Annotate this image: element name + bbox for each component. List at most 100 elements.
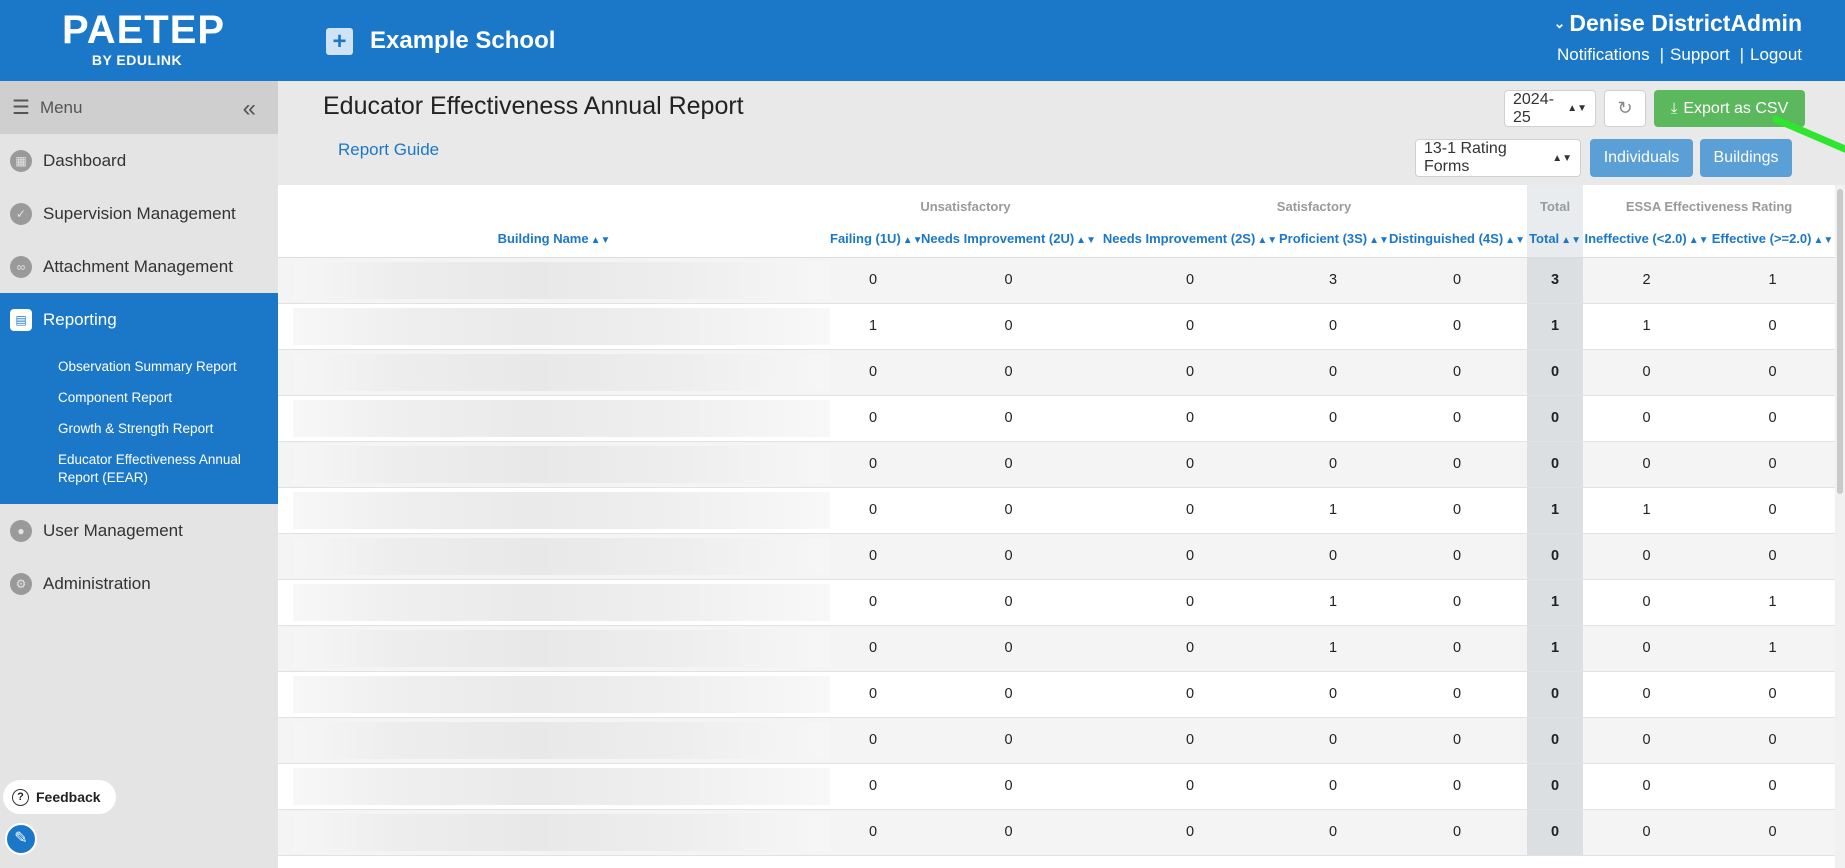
col-total[interactable]: Total ▲▼ bbox=[1527, 221, 1584, 258]
table-cell: 0 bbox=[916, 303, 1101, 350]
group-header-unsatisfactory: Unsatisfactory bbox=[920, 198, 1011, 214]
redacted-building-name bbox=[293, 675, 830, 713]
report-table-container[interactable]: Unsatisfactory Satisfactory Total ESSA E… bbox=[278, 185, 1835, 868]
add-school-button[interactable]: + bbox=[326, 27, 353, 55]
col-failing-1u[interactable]: Failing (1U) ▲▼ bbox=[830, 221, 923, 258]
logout-link[interactable]: Logout bbox=[1750, 45, 1802, 64]
col-building-name[interactable]: Building Name ▲▼ bbox=[278, 221, 830, 258]
table-row[interactable]: 00000000 bbox=[278, 809, 1835, 856]
logo-sub: BY EDULINK bbox=[91, 52, 183, 68]
report-guide-link[interactable]: Report Guide bbox=[338, 140, 439, 160]
table-cell: 0 bbox=[916, 579, 1101, 626]
group-header-total: Total bbox=[1527, 185, 1584, 221]
export-csv-button[interactable]: ⤓ Export as CSV bbox=[1654, 90, 1805, 127]
building-name-cell bbox=[278, 809, 830, 856]
group-header-row: Unsatisfactory Satisfactory Total ESSA E… bbox=[278, 185, 1835, 221]
top-bar: PAETEP BY EDULINK + Example School ⌄ Deni… bbox=[0, 0, 1845, 81]
table-cell: 0 bbox=[1583, 441, 1711, 488]
table-row[interactable]: 00000000 bbox=[278, 671, 1835, 718]
feedback-button[interactable]: ? Feedback bbox=[3, 780, 116, 814]
group-header-satisfactory: Satisfactory bbox=[1276, 198, 1352, 214]
table-cell: 0 bbox=[1279, 441, 1387, 488]
table-cell: 0 bbox=[1583, 395, 1711, 442]
subnav-growth-strength[interactable]: Growth & Strength Report bbox=[0, 414, 278, 445]
table-cell: 0 bbox=[1710, 809, 1835, 856]
table-row[interactable]: 00000000 bbox=[278, 533, 1835, 580]
buildings-button[interactable]: Buildings bbox=[1700, 139, 1792, 177]
table-row[interactable]: 00000000 bbox=[278, 763, 1835, 810]
individuals-button[interactable]: Individuals bbox=[1590, 139, 1693, 177]
col-needs-improvement-2u[interactable]: Needs Improvement (2U) ▲▼ bbox=[916, 221, 1101, 258]
table-row[interactable]: 00010101 bbox=[278, 579, 1835, 626]
school-switcher: + Example School bbox=[326, 27, 555, 55]
scrollbar-thumb[interactable] bbox=[1837, 189, 1843, 494]
table-cell: 0 bbox=[1101, 441, 1279, 488]
table-cell: 1 bbox=[1583, 303, 1711, 350]
subnav-component-report[interactable]: Component Report bbox=[0, 383, 278, 414]
subnav-observation-summary[interactable]: Observation Summary Report bbox=[0, 352, 278, 383]
table-cell: 0 bbox=[1583, 717, 1711, 764]
user-area: ⌄ Denise DistrictAdmin Notifications | Supp… bbox=[1554, 10, 1802, 65]
table-row[interactable]: 00030321 bbox=[278, 257, 1835, 304]
sidebar-item-reporting[interactable]: ▤ Reporting bbox=[0, 293, 278, 346]
collapse-menu-icon[interactable]: « bbox=[243, 95, 256, 123]
subnav-eear[interactable]: Educator Effectiveness Annual Report (EE… bbox=[0, 445, 278, 494]
table-cell: 0 bbox=[1710, 763, 1835, 810]
report-table: Unsatisfactory Satisfactory Total ESSA E… bbox=[278, 185, 1835, 856]
table-cell: 0 bbox=[1387, 257, 1528, 304]
main-content: Educator Effectiveness Annual Report Rep… bbox=[278, 81, 1845, 868]
refresh-button[interactable]: ↻ bbox=[1604, 90, 1646, 127]
redacted-building-name bbox=[293, 767, 830, 805]
col-label: Distinguished (4S) bbox=[1389, 231, 1504, 247]
col-needs-improvement-2s[interactable]: Needs Improvement (2S) ▲▼ bbox=[1101, 221, 1279, 258]
table-cell: 0 bbox=[1527, 717, 1584, 764]
redacted-building-name bbox=[293, 399, 830, 437]
redacted-building-name bbox=[293, 537, 830, 575]
table-cell: 0 bbox=[1279, 763, 1387, 810]
rating-forms-select[interactable]: 13-1 Rating Forms ▲▼ bbox=[1415, 139, 1581, 177]
sidebar-item-user-management[interactable]: ● User Management bbox=[0, 504, 278, 557]
support-link[interactable]: Support bbox=[1670, 45, 1730, 64]
school-name[interactable]: Example School bbox=[370, 27, 555, 55]
sidebar-item-label: Attachment Management bbox=[43, 256, 233, 276]
sidebar-item-dashboard[interactable]: ▦ Dashboard bbox=[0, 134, 278, 187]
table-row[interactable]: 10000110 bbox=[278, 303, 1835, 350]
table-cell: 0 bbox=[1583, 763, 1711, 810]
sort-icon: ▲▼ bbox=[1076, 235, 1096, 247]
table-row[interactable]: 00010110 bbox=[278, 487, 1835, 534]
notifications-link[interactable]: Notifications bbox=[1557, 45, 1650, 64]
col-label: Effective (>=2.0) bbox=[1711, 231, 1812, 247]
table-cell: 1 bbox=[1710, 579, 1835, 626]
table-scrollbar[interactable] bbox=[1835, 185, 1845, 868]
table-row[interactable]: 00000000 bbox=[278, 441, 1835, 488]
table-cell: 0 bbox=[916, 763, 1101, 810]
col-proficient-3s[interactable]: Proficient (3S) ▲▼ bbox=[1279, 221, 1389, 258]
app-logo[interactable]: PAETEP BY EDULINK bbox=[62, 10, 224, 68]
download-icon: ⤓ bbox=[1670, 100, 1678, 117]
feedback-label: Feedback bbox=[36, 789, 101, 805]
table-cell: 0 bbox=[1710, 717, 1835, 764]
col-effective[interactable]: Effective (>=2.0) ▲▼ bbox=[1710, 221, 1835, 258]
table-row[interactable]: 00000000 bbox=[278, 349, 1835, 396]
table-row[interactable]: 00010101 bbox=[278, 625, 1835, 672]
col-label: Failing (1U) bbox=[830, 231, 901, 247]
table-cell: 1 bbox=[1279, 625, 1387, 672]
table-row[interactable]: 00000000 bbox=[278, 717, 1835, 764]
edit-note-icon[interactable]: ✎ bbox=[5, 823, 37, 855]
redacted-building-name bbox=[293, 261, 830, 299]
table-cell: 0 bbox=[1279, 717, 1387, 764]
sidebar-item-attachment[interactable]: ∞ Attachment Management bbox=[0, 240, 278, 293]
col-distinguished-4s[interactable]: Distinguished (4S) ▲▼ bbox=[1387, 221, 1528, 258]
col-label: Needs Improvement (2S) bbox=[1102, 231, 1256, 247]
sidebar-item-supervision[interactable]: ✓ Supervision Management bbox=[0, 187, 278, 240]
select-arrows-icon: ▲▼ bbox=[1552, 152, 1572, 164]
table-row[interactable]: 00000000 bbox=[278, 395, 1835, 442]
redacted-building-name bbox=[293, 353, 830, 391]
col-ineffective[interactable]: Ineffective (<2.0) ▲▼ bbox=[1583, 221, 1711, 258]
sidebar-item-administration[interactable]: ⚙ Administration bbox=[0, 557, 278, 610]
table-cell: 0 bbox=[1101, 763, 1279, 810]
sidebar-item-label: Reporting bbox=[43, 309, 117, 329]
year-select[interactable]: 2024-25 ▲▼ bbox=[1504, 90, 1596, 127]
sort-icon: ▲▼ bbox=[1505, 235, 1525, 247]
user-menu[interactable]: ⌄ Denise DistrictAdmin bbox=[1554, 10, 1802, 37]
